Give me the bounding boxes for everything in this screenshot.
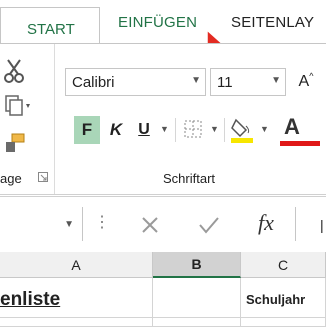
scissors-icon[interactable]	[4, 58, 26, 84]
fill-color-icon[interactable]	[230, 116, 256, 144]
cell-c2[interactable]	[241, 318, 326, 327]
font-name-combobox[interactable]: Calibri ▼	[65, 68, 206, 96]
font-size-value: 11	[217, 74, 233, 91]
font-color-label: A	[284, 114, 300, 139]
tab-page-layout[interactable]: SEITENLAY	[231, 14, 314, 31]
dialog-launcher-icon[interactable]	[38, 172, 48, 182]
italic-button[interactable]: K	[104, 116, 128, 144]
grow-font-label: A	[298, 73, 310, 90]
copy-icon[interactable]	[4, 94, 34, 118]
separator	[295, 207, 296, 241]
underline-label: U	[138, 121, 150, 138]
ribbon-tab-bar: START EINFÜGEN SEITENLAY	[0, 0, 326, 44]
column-header-c[interactable]: C	[241, 252, 326, 278]
underline-button[interactable]: U	[132, 116, 156, 144]
cell-c1-value: Schuljahr	[246, 292, 306, 307]
insert-function-button[interactable]: fx	[258, 210, 274, 236]
borders-icon[interactable]	[182, 118, 206, 142]
font-name-value: Calibri	[72, 74, 115, 91]
tab-start[interactable]: START	[0, 7, 100, 44]
cancel-icon[interactable]	[140, 215, 160, 235]
italic-label: K	[109, 120, 123, 139]
cell-b2[interactable]	[153, 318, 241, 327]
clipboard-group-label: age	[0, 171, 22, 186]
font-color-swatch	[280, 141, 320, 146]
divider	[0, 194, 326, 195]
chevron-down-icon: ▼	[271, 75, 281, 86]
bold-label: F	[81, 120, 93, 139]
format-painter-icon[interactable]	[4, 132, 28, 154]
bold-button[interactable]: F	[74, 116, 100, 144]
grow-font-button[interactable]: A ^	[292, 68, 320, 96]
tab-insert[interactable]: EINFÜGEN	[118, 14, 197, 31]
formula-input[interactable]: |	[305, 207, 326, 241]
chevron-down-icon: ▼	[191, 75, 201, 86]
chevron-down-icon[interactable]: ▼	[210, 124, 219, 134]
font-group-label: Schriftart	[163, 171, 216, 186]
name-box[interactable]: ▼	[0, 207, 83, 241]
cell-b1[interactable]	[153, 278, 241, 318]
clipboard-group: age	[0, 44, 55, 194]
enter-check-icon[interactable]	[198, 215, 220, 235]
cell-a1-value: enliste	[0, 289, 61, 310]
separator	[175, 118, 176, 142]
tab-start-label: START	[27, 21, 75, 38]
chevron-down-icon[interactable]: ▼	[260, 124, 269, 134]
column-header-a[interactable]: A	[0, 252, 153, 278]
separator	[224, 118, 225, 142]
formula-bar: ▼ ⋮ fx |	[0, 196, 326, 254]
chevron-down-icon[interactable]: ▼	[160, 124, 169, 134]
cell-a2[interactable]	[0, 318, 153, 327]
chevron-down-icon: ▼	[64, 219, 74, 230]
formula-bar-grip[interactable]: ⋮	[94, 212, 110, 232]
cell-c1[interactable]: Schuljahr	[241, 278, 326, 318]
font-size-combobox[interactable]: 11 ▼	[210, 68, 286, 96]
cell-a1[interactable]: enliste	[0, 278, 153, 318]
column-header-b[interactable]: B	[153, 252, 241, 278]
font-color-button[interactable]: A	[280, 112, 320, 146]
